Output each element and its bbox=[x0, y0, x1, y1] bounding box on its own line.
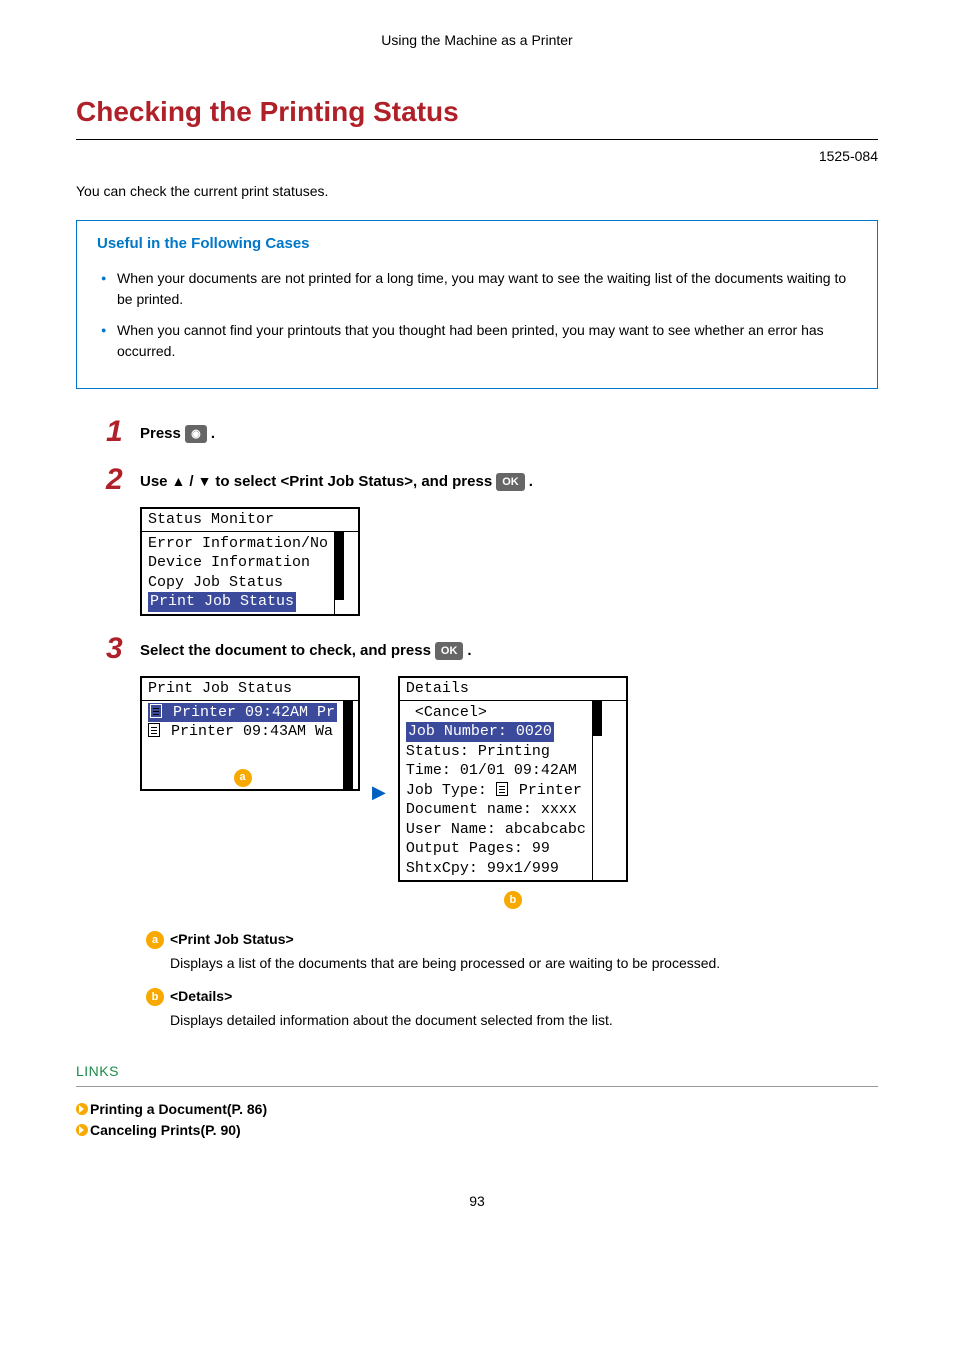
lcd-line: ShtxCpy: 99x1/999 bbox=[406, 859, 586, 879]
step-1: 1 Press ◉ . bbox=[106, 417, 878, 447]
definition-body: Displays a list of the documents that ar… bbox=[170, 953, 878, 974]
link-bullet-icon bbox=[76, 1103, 88, 1115]
page-title: Checking the Printing Status bbox=[76, 91, 878, 140]
callout-b-badge: b bbox=[504, 891, 522, 909]
definition-title: <Print Job Status> bbox=[170, 929, 294, 950]
lcd-title: Details bbox=[400, 678, 626, 701]
lcd-line: Time: 01/01 09:42AM bbox=[406, 761, 586, 781]
page-number: 93 bbox=[76, 1191, 878, 1212]
definition-a: a <Print Job Status> Displays a list of … bbox=[146, 929, 878, 974]
link-item[interactable]: Canceling Prints(P. 90) bbox=[76, 1120, 878, 1141]
breadcrumb: Using the Machine as a Printer bbox=[76, 30, 878, 51]
scrollbar bbox=[343, 701, 353, 790]
definition-body: Displays detailed information about the … bbox=[170, 1010, 878, 1031]
step-text: / bbox=[189, 471, 193, 494]
lcd-line: Printer 09:43AM Wa bbox=[148, 722, 337, 742]
definition-title: <Details> bbox=[170, 986, 232, 1007]
case-item: When you cannot find your printouts that… bbox=[101, 320, 857, 362]
lcd-title: Print Job Status bbox=[142, 678, 358, 701]
lcd-line: User Name: abcabcabc bbox=[406, 820, 586, 840]
intro-text: You can check the current print statuses… bbox=[76, 181, 878, 202]
lcd-print-job-status: Print Job Status Printer 09:42AM Pr Prin… bbox=[140, 676, 360, 791]
lcd-line: Job Type: Printer bbox=[406, 781, 586, 801]
document-icon bbox=[150, 704, 162, 718]
up-arrow-icon: ▲ bbox=[172, 471, 186, 492]
status-monitor-key-icon: ◉ bbox=[185, 425, 207, 443]
arrow-right-icon: ▶ bbox=[372, 779, 386, 806]
lcd-line: Device Information bbox=[148, 553, 328, 573]
document-icon bbox=[148, 723, 160, 737]
scrollbar bbox=[334, 532, 344, 614]
lcd-line: Output Pages: 99 bbox=[406, 839, 586, 859]
lcd-line: Error Information/No bbox=[148, 534, 328, 554]
lcd-title: Status Monitor bbox=[142, 509, 358, 532]
lcd-line: Status: Printing bbox=[406, 742, 586, 762]
link-item[interactable]: Printing a Document(P. 86) bbox=[76, 1099, 878, 1120]
callout-b-badge: b bbox=[146, 988, 164, 1006]
definition-b: b <Details> Displays detailed informatio… bbox=[146, 986, 878, 1031]
document-id: 1525-084 bbox=[76, 146, 878, 167]
lcd-line-selected: Job Number: 0020 bbox=[406, 722, 554, 742]
lcd-line: <Cancel> bbox=[406, 703, 586, 723]
definitions: a <Print Job Status> Displays a list of … bbox=[146, 929, 878, 1031]
lcd-line-selected: Print Job Status bbox=[148, 592, 296, 612]
step-number: 2 bbox=[106, 465, 130, 495]
step-2: 2 Use ▲ / ▼ to select <Print Job Status>… bbox=[106, 465, 878, 616]
scrollbar bbox=[592, 701, 602, 881]
step-text: Press bbox=[140, 423, 181, 446]
step-number: 3 bbox=[106, 634, 130, 664]
step-3: 3 Select the document to check, and pres… bbox=[106, 634, 878, 910]
lcd-line-selected: Printer 09:42AM Pr bbox=[148, 703, 337, 723]
links-heading: LINKS bbox=[76, 1061, 878, 1087]
case-item: When your documents are not printed for … bbox=[101, 268, 857, 310]
lcd-line: Document name: xxxx bbox=[406, 800, 586, 820]
step-text: to select <Print Job Status>, and press bbox=[215, 471, 492, 494]
lcd-details: Details <Cancel> Job Number: 0020 Status… bbox=[398, 676, 628, 882]
step-text: . bbox=[529, 471, 533, 494]
useful-cases-box: Useful in the Following Cases When your … bbox=[76, 220, 878, 389]
step-text: Use bbox=[140, 471, 168, 494]
ok-key-icon: OK bbox=[496, 473, 525, 491]
document-icon bbox=[496, 782, 508, 796]
callout-a-badge: a bbox=[234, 769, 252, 787]
ok-key-icon: OK bbox=[435, 642, 464, 660]
useful-cases-heading: Useful in the Following Cases bbox=[97, 233, 857, 256]
down-arrow-icon: ▼ bbox=[198, 471, 212, 492]
step-text: . bbox=[211, 423, 215, 446]
step-number: 1 bbox=[106, 417, 130, 447]
lcd-line: Copy Job Status bbox=[148, 573, 328, 593]
step-text: Select the document to check, and press bbox=[140, 640, 431, 663]
callout-a-badge: a bbox=[146, 931, 164, 949]
link-bullet-icon bbox=[76, 1124, 88, 1136]
step-text: . bbox=[467, 640, 471, 663]
lcd-status-monitor: Status Monitor Error Information/No Devi… bbox=[140, 507, 360, 616]
